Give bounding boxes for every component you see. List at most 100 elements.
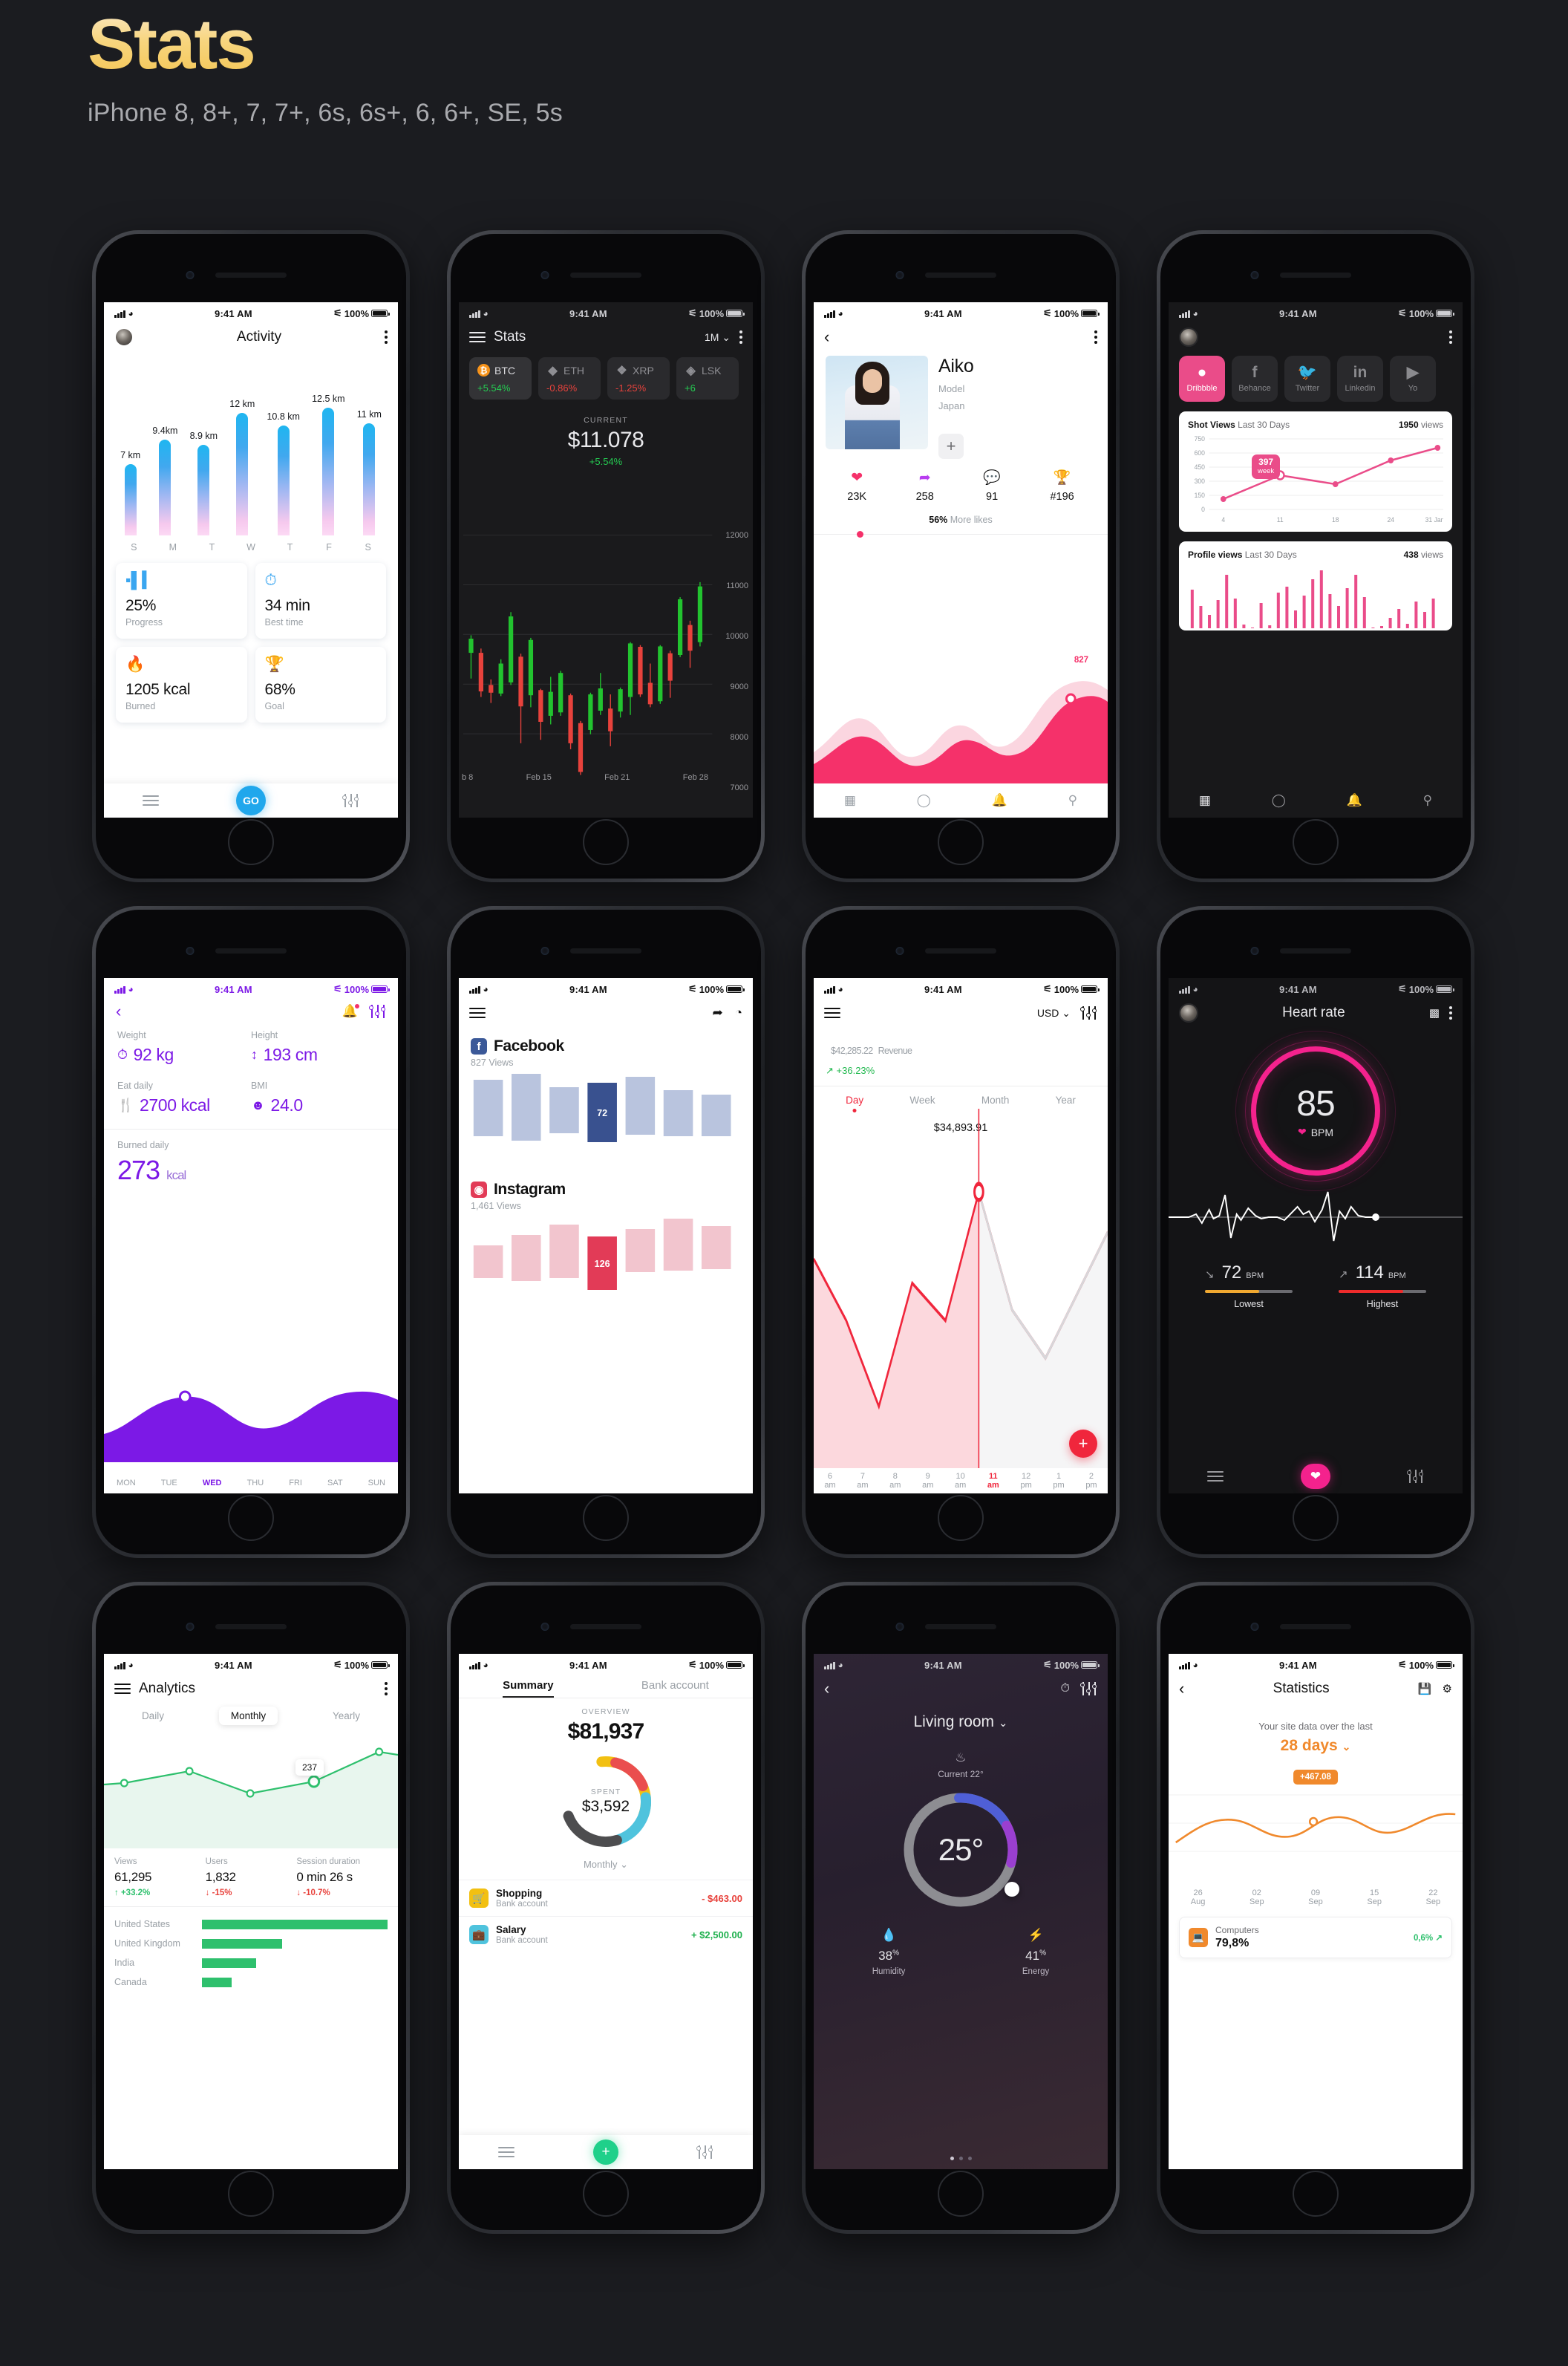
menu-icon[interactable] <box>143 795 159 806</box>
tab-month[interactable]: Month <box>981 1095 1010 1106</box>
home-button[interactable] <box>583 2171 629 2217</box>
comment-icon[interactable]: ◯ <box>1272 793 1286 808</box>
gear-icon[interactable]: ⚙ <box>1443 1682 1452 1695</box>
segment-yearly[interactable]: Yearly <box>333 1710 360 1725</box>
more-options-icon[interactable] <box>739 330 742 344</box>
bar-chart-icon[interactable]: ▩ <box>1429 1006 1440 1020</box>
menu-icon[interactable] <box>469 332 486 342</box>
menu-icon[interactable] <box>469 1008 486 1018</box>
period-tabs[interactable]: Day Week Month Year <box>814 1086 1108 1106</box>
menu-icon[interactable] <box>824 1008 840 1018</box>
home-button[interactable] <box>938 1495 984 1541</box>
coin-chip-lsk[interactable]: ◈ LSK +6 <box>676 357 739 400</box>
coin-chip-xrp[interactable]: ❖ XRP -1.25% <box>607 357 670 400</box>
more-options-icon[interactable] <box>1449 1006 1452 1020</box>
home-button[interactable] <box>228 2171 274 2217</box>
social-tab-behance[interactable]: f Behance <box>1232 356 1278 402</box>
segment-monthly[interactable]: Monthly <box>218 1707 278 1725</box>
home-button[interactable] <box>228 819 274 865</box>
settings-sliders-icon[interactable] <box>369 1005 386 1018</box>
coin-chip-btc[interactable]: ₿ BTC +5.54% <box>469 357 532 400</box>
stat-comments[interactable]: 💬 91 <box>983 471 1001 503</box>
page-indicator[interactable] <box>814 2157 1108 2160</box>
menu-icon[interactable] <box>114 1684 131 1694</box>
coin-chip-list[interactable]: ₿ BTC +5.54% ◆ ETH -0.86% ❖ XRP -1.25% ◈ L <box>459 353 753 400</box>
search-icon[interactable]: ⚲ <box>1068 793 1077 808</box>
settings-sliders-icon[interactable] <box>696 2145 713 2159</box>
temperature-dial[interactable]: 25° <box>899 1788 1022 1912</box>
axis-tick: W <box>246 542 255 553</box>
search-icon[interactable]: ⚲ <box>1423 793 1432 808</box>
home-button[interactable] <box>228 1495 274 1541</box>
dial-handle[interactable] <box>1004 1882 1019 1897</box>
browser-icon[interactable]: ▦ <box>844 793 856 808</box>
more-options-icon[interactable] <box>1449 330 1452 344</box>
settings-sliders-icon[interactable] <box>1080 1682 1097 1695</box>
menu-icon[interactable] <box>1207 1471 1224 1482</box>
avatar[interactable] <box>114 327 134 347</box>
avatar[interactable] <box>1179 1003 1198 1023</box>
home-button[interactable] <box>1293 2171 1339 2217</box>
more-options-icon[interactable] <box>385 330 388 344</box>
menu-icon[interactable] <box>498 2147 514 2157</box>
settings-sliders-icon[interactable] <box>1080 1006 1097 1020</box>
pie-chart-icon[interactable]: ◔ <box>735 1006 742 1020</box>
stat-card-progress[interactable]: ▪▌▍ 25% Progress <box>116 563 247 639</box>
back-icon[interactable]: ‹ <box>116 1003 121 1020</box>
home-button[interactable] <box>583 1495 629 1541</box>
social-tab-twitter[interactable]: 🐦 Twitter <box>1284 356 1330 402</box>
social-tab-youtube[interactable]: ▶ Yo <box>1390 356 1436 402</box>
home-button[interactable] <box>938 2171 984 2217</box>
tab-bank-account[interactable]: Bank account <box>641 1679 709 1698</box>
wallet-tabs[interactable]: Summary Bank account <box>459 1673 753 1698</box>
social-tab-linkedin[interactable]: in Linkedin <box>1337 356 1383 402</box>
share-icon[interactable]: ➦ <box>712 1006 722 1020</box>
home-button[interactable] <box>938 819 984 865</box>
more-options-icon[interactable] <box>385 1682 388 1695</box>
currency-selector[interactable]: USD ⌄ <box>1037 1007 1071 1020</box>
more-options-icon[interactable] <box>1094 330 1097 344</box>
add-button[interactable]: + <box>938 434 964 459</box>
analytics-segments[interactable]: Daily Monthly Yearly <box>104 1704 398 1725</box>
comment-icon[interactable]: ◯ <box>917 793 931 808</box>
bell-icon[interactable]: 🔔 <box>1347 793 1362 808</box>
back-icon[interactable]: ‹ <box>1179 1681 1184 1697</box>
settings-sliders-icon[interactable] <box>1407 1470 1424 1483</box>
segment-daily[interactable]: Daily <box>142 1710 164 1725</box>
save-icon[interactable]: 💾 <box>1418 1682 1432 1695</box>
clock-icon[interactable]: ⏱ <box>1061 1682 1070 1695</box>
stat-likes[interactable]: ❤ 23K <box>847 471 866 503</box>
stat-rank[interactable]: 🏆 #196 <box>1050 471 1074 503</box>
home-button[interactable] <box>1293 1495 1339 1541</box>
bell-icon[interactable]: 🔔 <box>992 793 1007 808</box>
list-item[interactable]: 💼 Salary Bank account + $2,500.00 <box>459 1916 753 1952</box>
list-item[interactable]: 🛒 Shopping Bank account - $463.00 <box>459 1880 753 1916</box>
browser-icon[interactable]: ▦ <box>1199 793 1211 808</box>
tab-year[interactable]: Year <box>1056 1095 1076 1106</box>
add-transaction-button[interactable]: + <box>593 2139 618 2165</box>
heart-button[interactable]: ❤ <box>1301 1464 1330 1489</box>
stat-card-burned[interactable]: 🔥 1205 kcal Burned <box>116 647 247 723</box>
range-selector[interactable]: 1M ⌄ <box>705 331 731 344</box>
period-selector[interactable]: Monthly ⌄ <box>459 1859 753 1871</box>
avatar[interactable] <box>1179 327 1198 347</box>
stat-card-goal[interactable]: 🏆 68% Goal <box>255 647 386 723</box>
home-button[interactable] <box>1293 819 1339 865</box>
tab-day[interactable]: Day <box>846 1095 863 1106</box>
back-icon[interactable]: ‹ <box>824 329 829 345</box>
tab-week[interactable]: Week <box>909 1095 935 1106</box>
social-tab-dribbble[interactable]: ● Dribbble <box>1179 356 1225 402</box>
settings-sliders-icon[interactable] <box>342 794 359 807</box>
room-selector[interactable]: Living room ⌄ <box>814 1713 1108 1731</box>
social-tab-list[interactable]: ● Dribbble f Behance 🐦 Twitter in Linkedin ▶… <box>1169 353 1463 402</box>
back-icon[interactable]: ‹ <box>824 1681 829 1697</box>
computers-stat-card[interactable]: 💻 Computers 79,8% 0,6% ↗ <box>1179 1917 1452 1958</box>
tab-summary[interactable]: Summary <box>503 1679 554 1698</box>
home-button[interactable] <box>583 819 629 865</box>
period-selector[interactable]: 28 days ⌄ <box>1169 1737 1463 1755</box>
stat-card-best-time[interactable]: ⏱ 34 min Best time <box>255 563 386 639</box>
bell-icon[interactable]: 🔔 <box>342 1004 359 1019</box>
stat-shares[interactable]: ➦ 258 <box>916 471 934 503</box>
coin-chip-eth[interactable]: ◆ ETH -0.86% <box>538 357 601 400</box>
add-button[interactable]: + <box>1069 1430 1097 1458</box>
